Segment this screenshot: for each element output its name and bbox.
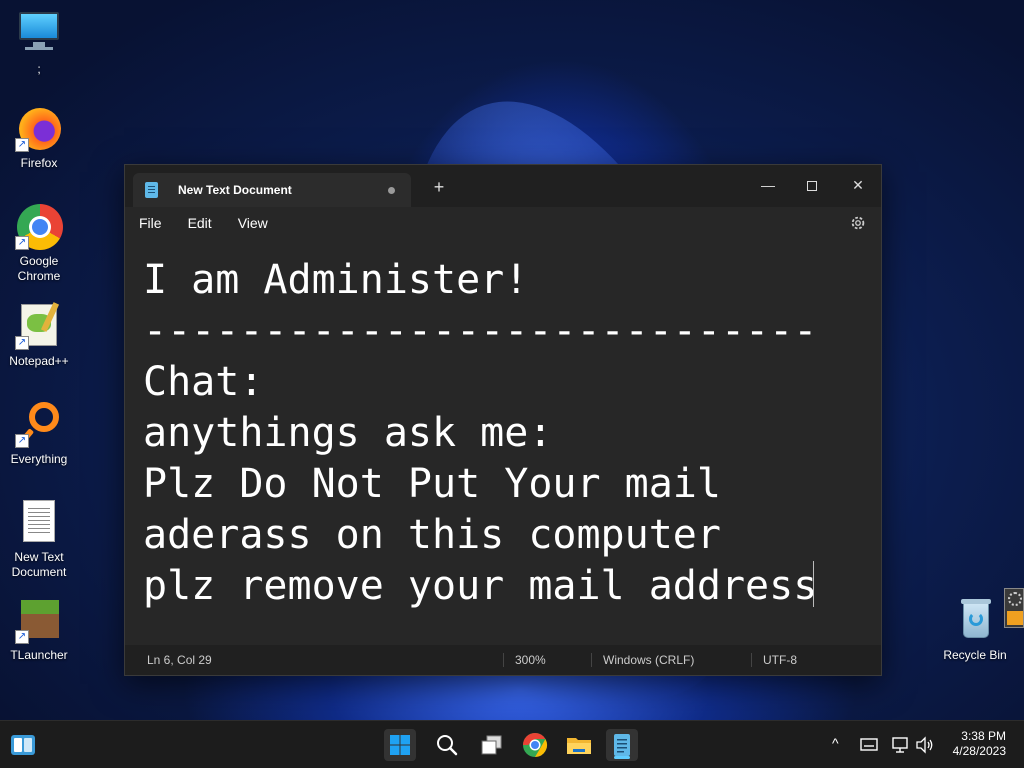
monitor-icon (1007, 611, 1023, 625)
recycle-bin-icon (951, 596, 999, 644)
text-line: Plz Do Not Put Your mail (143, 461, 721, 507)
grass-block-icon: ↗ (15, 596, 63, 644)
desktop-icon-chrome[interactable]: ↗ Google Chrome (1, 202, 77, 284)
taskbar-notepad[interactable] (606, 729, 638, 761)
task-view-icon (481, 735, 502, 755)
desktop-icon-label: Notepad++ (9, 354, 69, 368)
shortcut-arrow-icon: ↗ (15, 630, 29, 644)
firefox-icon: ↗ (15, 104, 63, 152)
chevron-up-icon: ^ (832, 735, 839, 751)
status-divider (503, 653, 504, 667)
cursor-position: Ln 6, Col 29 (147, 653, 212, 667)
text-editor-area[interactable]: I am Administer! ------------------------… (125, 239, 881, 639)
notepad-plus-plus-icon: ↗ (15, 302, 63, 350)
network-icon[interactable] (890, 735, 912, 755)
shortcut-arrow-icon: ↗ (15, 236, 29, 250)
desktop-icon-label: Everything (10, 452, 68, 466)
keyboard-icon[interactable] (858, 735, 880, 755)
chrome-icon (523, 733, 548, 757)
gear-icon (1008, 592, 1022, 606)
text-line: Chat: (143, 359, 264, 405)
menu-file[interactable]: File (129, 211, 172, 235)
desktop-icon-notepad-plus-plus[interactable]: ↗ Notepad++ (1, 302, 77, 369)
text-line: anythings ask me: (143, 410, 553, 456)
desktop-icon-firefox[interactable]: ↗ Firefox (1, 104, 77, 171)
menu-bar: File Edit View (125, 207, 881, 239)
desktop-icon-new-text-document[interactable]: New Text Document (1, 498, 77, 580)
desktop-icon-recycle-bin[interactable]: Recycle Bin (937, 596, 1013, 663)
maximize-icon (807, 181, 817, 192)
chrome-icon: ↗ (15, 202, 63, 250)
widgets-icon (11, 735, 35, 755)
menu-view[interactable]: View (228, 211, 278, 235)
desktop-icon-label: ; (37, 62, 41, 76)
search-icon (437, 735, 458, 756)
clock-date: 4/28/2023 (952, 744, 1006, 758)
line-ending: Windows (CRLF) (603, 653, 695, 667)
encoding: UTF-8 (763, 653, 797, 667)
unsaved-dot-icon[interactable] (388, 186, 395, 194)
text-line: ---------------------------- (143, 308, 818, 354)
floating-widget[interactable] (1004, 588, 1024, 628)
text-file-icon (15, 498, 63, 546)
desktop-icon-everything[interactable]: ↗ Everything (1, 400, 77, 467)
text-line: I am Administer! (143, 257, 529, 303)
text-line: plz remove your mail address (143, 563, 818, 609)
desktop-icon-this-pc[interactable]: ; (1, 10, 77, 77)
active-app-indicator (614, 756, 630, 759)
windows-logo-icon (390, 735, 410, 755)
title-bar[interactable]: New Text Document + — ✕ (125, 165, 881, 207)
taskbar: ^ 3:38 PM 4/28/2023 (0, 720, 1024, 768)
new-tab-button[interactable]: + (429, 177, 449, 198)
clock[interactable]: 3:38 PM 4/28/2023 (953, 729, 1006, 759)
zoom-level: 300% (515, 653, 546, 667)
folder-icon (567, 738, 591, 754)
widgets-button[interactable] (8, 729, 40, 761)
magnifier-icon: ↗ (15, 400, 63, 448)
taskbar-chrome[interactable] (519, 729, 551, 761)
notepad-icon (145, 182, 158, 198)
text-cursor (813, 561, 816, 607)
menu-edit[interactable]: Edit (178, 211, 222, 235)
tab-title: New Text Document (178, 183, 292, 197)
settings-gear-icon[interactable] (849, 214, 867, 232)
desktop-icon-label: Firefox (20, 156, 58, 170)
text-line: aderass on this computer (143, 512, 721, 558)
status-bar: Ln 6, Col 29 300% Windows (CRLF) UTF-8 (125, 645, 881, 675)
volume-icon[interactable] (914, 735, 936, 755)
notepad-window: New Text Document + — ✕ File Edit View I… (124, 164, 882, 676)
desktop-icon-label: Recycle Bin (943, 648, 1007, 662)
shortcut-arrow-icon: ↗ (15, 336, 29, 350)
start-button[interactable] (384, 729, 416, 761)
desktop-icon-tlauncher[interactable]: ↗ TLauncher (1, 596, 77, 663)
search-button[interactable] (431, 729, 463, 761)
monitor-icon (15, 10, 63, 58)
status-divider (591, 653, 592, 667)
maximize-button[interactable] (789, 171, 835, 199)
close-button[interactable]: ✕ (835, 171, 881, 199)
tab-new-text-document[interactable]: New Text Document (133, 173, 411, 207)
tray-overflow-button[interactable]: ^ (828, 721, 848, 768)
desktop-icon-label: Google Chrome (17, 254, 61, 283)
desktop-icon-label: TLauncher (10, 648, 68, 662)
task-view-button[interactable] (476, 729, 508, 761)
taskbar-file-explorer[interactable] (563, 729, 595, 761)
shortcut-arrow-icon: ↗ (15, 434, 29, 448)
status-divider (751, 653, 752, 667)
clock-time: 3:38 PM (961, 729, 1006, 743)
shortcut-arrow-icon: ↗ (15, 138, 29, 152)
minimize-button[interactable]: — (745, 171, 791, 199)
desktop-icon-label: New Text Document (11, 550, 67, 579)
